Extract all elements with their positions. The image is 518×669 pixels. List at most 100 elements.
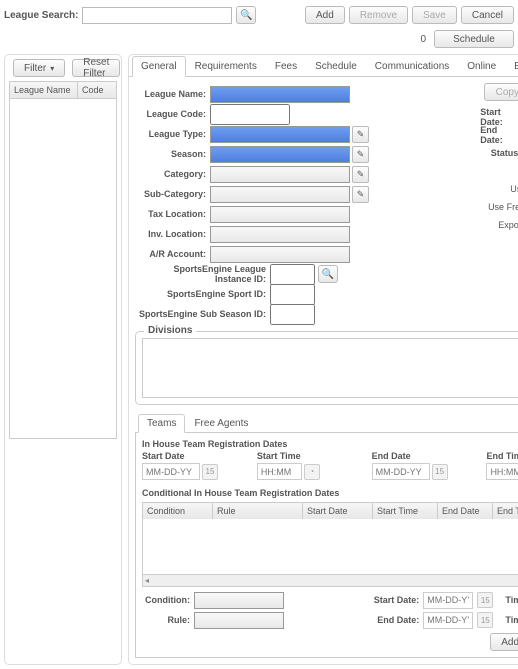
- search-button[interactable]: 🔍: [236, 6, 256, 24]
- col-end-date: End Date: [372, 451, 479, 461]
- label-league-type: League Type:: [135, 129, 210, 139]
- save-button[interactable]: Save: [412, 6, 457, 24]
- label-export-ps: Export to Pointstreak:: [498, 220, 518, 230]
- cond-start-date-input[interactable]: [423, 592, 473, 609]
- tab-schedule[interactable]: Schedule: [306, 56, 366, 77]
- se-subseason-input[interactable]: [270, 304, 315, 325]
- edit-league-type-button[interactable]: ✎: [352, 126, 369, 143]
- label-time1: Time:: [497, 595, 518, 605]
- edit-category-button[interactable]: ✎: [352, 166, 369, 183]
- league-name-field[interactable]: [210, 86, 350, 103]
- league-grid-body[interactable]: [9, 99, 117, 439]
- edit-season-button[interactable]: ✎: [352, 146, 369, 163]
- label-start-date: Start Date:: [480, 107, 518, 127]
- league-search-label: League Search:: [4, 10, 78, 21]
- cond-col-start-time[interactable]: Start Time: [373, 503, 438, 519]
- label-se-league: SportsEngine League Instance ID:: [135, 264, 270, 284]
- col-end-time: End Time: [486, 451, 518, 461]
- col-start-date: Start Date: [142, 451, 249, 461]
- divisions-list[interactable]: [142, 338, 518, 398]
- label-league-name: League Name:: [135, 89, 210, 99]
- label-team-waitlist: Use Team Waitlist:: [510, 184, 518, 194]
- cond-col-rule[interactable]: Rule: [213, 503, 303, 519]
- league-type-select[interactable]: [210, 126, 350, 143]
- calendar-icon[interactable]: 15: [432, 464, 448, 480]
- inv-location-select[interactable]: [210, 226, 350, 243]
- sub-tabs: Teams Free Agents: [135, 413, 518, 433]
- label-cond-start-date: Start Date:: [364, 595, 419, 605]
- record-count: 0: [420, 34, 426, 45]
- label-season: Season:: [135, 149, 210, 159]
- sub-category-select[interactable]: [210, 186, 350, 203]
- conditional-scrollbar[interactable]: ◂▸: [143, 574, 518, 586]
- subtab-teams[interactable]: Teams: [138, 414, 185, 433]
- cancel-button[interactable]: Cancel: [461, 6, 514, 24]
- tab-requirements[interactable]: Requirements: [186, 56, 266, 77]
- label-league-code: League Code:: [135, 109, 210, 119]
- reg-dates-header: In House Team Registration Dates: [142, 439, 518, 449]
- col-league-name[interactable]: League Name: [10, 82, 78, 98]
- tax-location-select[interactable]: [210, 206, 350, 223]
- divisions-fieldset: Divisions Edit: [135, 331, 518, 405]
- tab-enrollees[interactable]: Enrollees: [505, 56, 518, 77]
- label-se-subseason: SportsEngine Sub Season ID:: [135, 309, 270, 319]
- reg-start-date-input[interactable]: [142, 463, 200, 480]
- label-end-date: End Date:: [480, 125, 518, 145]
- conditional-body[interactable]: [143, 519, 518, 574]
- tab-communications[interactable]: Communications: [366, 56, 458, 77]
- scroll-left-icon[interactable]: ◂: [145, 576, 149, 585]
- cond-add-button[interactable]: Add: [490, 633, 518, 651]
- ar-account-select[interactable]: [210, 246, 350, 263]
- schedule-button[interactable]: Schedule: [434, 30, 514, 48]
- label-category: Category:: [135, 169, 210, 179]
- reset-filter-button[interactable]: Reset Filter: [72, 59, 120, 77]
- col-code[interactable]: Code: [78, 82, 116, 98]
- cond-col-end-time[interactable]: End Tim: [493, 503, 518, 519]
- reg-start-time-input[interactable]: [257, 463, 302, 480]
- conditional-table: Condition Rule Start Date Start Time End…: [142, 502, 518, 587]
- calendar-icon[interactable]: 15: [202, 464, 218, 480]
- league-search-input[interactable]: [82, 7, 232, 24]
- season-select[interactable]: [210, 146, 350, 163]
- league-code-input[interactable]: [210, 104, 290, 125]
- add-button[interactable]: Add: [305, 6, 345, 24]
- label-time2: Time:: [497, 615, 518, 625]
- se-lookup-button[interactable]: 🔍: [318, 265, 338, 283]
- calendar-icon[interactable]: 15: [477, 592, 493, 608]
- label-condition: Condition:: [142, 595, 190, 605]
- binoculars-icon: 🔍: [240, 10, 252, 21]
- condition-select[interactable]: [194, 592, 284, 609]
- label-tax-location: Tax Location:: [135, 209, 210, 219]
- subtab-free-agents[interactable]: Free Agents: [185, 414, 257, 433]
- se-sport-input[interactable]: [270, 284, 315, 305]
- se-league-input[interactable]: [270, 264, 315, 285]
- label-se-sport: SportsEngine Sport ID:: [135, 289, 270, 299]
- label-ar-account: A/R Account:: [135, 249, 210, 259]
- binoculars-icon: 🔍: [322, 269, 334, 280]
- rule-select[interactable]: [194, 612, 284, 629]
- label-sub-category: Sub-Category:: [135, 189, 210, 199]
- category-select[interactable]: [210, 166, 350, 183]
- clock-icon[interactable]: ◔: [304, 464, 320, 480]
- tab-online[interactable]: Online: [458, 56, 505, 77]
- tab-general[interactable]: General: [132, 56, 186, 77]
- filter-button[interactable]: Filter ▾: [13, 59, 65, 77]
- copy-from-existing-button[interactable]: Copy From Existing: [484, 83, 518, 101]
- chevron-down-icon: ▾: [50, 64, 54, 73]
- cond-col-start-date[interactable]: Start Date: [303, 503, 373, 519]
- tab-fees[interactable]: Fees: [266, 56, 306, 77]
- label-inv-location: Inv. Location:: [135, 229, 210, 239]
- cond-col-condition[interactable]: Condition: [143, 503, 213, 519]
- cond-end-date-input[interactable]: [423, 612, 473, 629]
- divisions-legend: Divisions: [144, 325, 196, 336]
- league-grid-header: League Name Code: [9, 81, 117, 99]
- reg-end-time-input[interactable]: [486, 463, 518, 480]
- edit-sub-category-button[interactable]: ✎: [352, 186, 369, 203]
- calendar-icon[interactable]: 15: [477, 612, 493, 628]
- cond-col-end-date[interactable]: End Date: [438, 503, 493, 519]
- label-rule: Rule:: [142, 615, 190, 625]
- reg-end-date-input[interactable]: [372, 463, 430, 480]
- league-list-panel: Filter ▾ Reset Filter League Name Code: [4, 54, 122, 665]
- label-fa-waitlist: Use Free Agent Waitlist:: [488, 202, 518, 212]
- remove-button[interactable]: Remove: [349, 6, 408, 24]
